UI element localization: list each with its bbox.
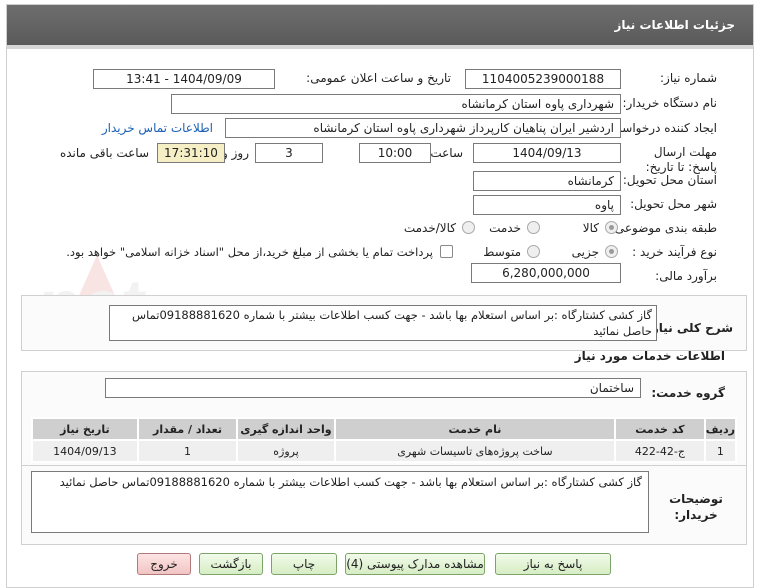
cell-name: ساخت پروژه‌های تاسیسات شهری: [333, 439, 617, 463]
buyer-org-field: شهرداری پاوه استان کرمانشاه: [171, 94, 621, 114]
category-service-radio[interactable]: [527, 221, 540, 234]
estimate-field: 6,280,000,000: [471, 263, 621, 283]
col-name: نام خدمت: [333, 417, 617, 441]
need-number-field: 1104005239000188: [465, 69, 621, 89]
deadline-time-label: ساعت: [430, 146, 463, 160]
remaining-label: ساعت باقی مانده: [59, 146, 149, 160]
deadline-date-field: 1404/09/13: [473, 143, 621, 163]
purchase-type-label: نوع فرآیند خرید :: [632, 245, 717, 259]
col-date: تاریخ نیاز: [31, 417, 139, 441]
creator-field: اردشیر ایران پناهیان کارپرداز شهرداری پا…: [225, 118, 621, 138]
col-unit: واحد اندازه گیری: [236, 417, 336, 441]
days-field: 3: [255, 143, 323, 163]
cell-row: 1: [703, 439, 738, 463]
description-label: شرح کلی نیاز:: [647, 321, 733, 335]
need-number-label: شماره نیاز:: [660, 71, 717, 85]
col-row: ردیف: [703, 417, 738, 441]
title-bar: جزئیات اطلاعات نیاز: [7, 5, 753, 49]
category-goods-service-radio[interactable]: [462, 221, 475, 234]
purchase-minor-radio[interactable]: [605, 245, 618, 258]
province-field: کرمانشاه: [473, 171, 621, 191]
page-title: جزئیات اطلاعات نیاز: [614, 18, 735, 32]
cell-quantity: 1: [136, 439, 239, 463]
province-label: استان محل تحویل:: [622, 173, 717, 187]
exit-button[interactable]: خروج: [137, 553, 191, 575]
deadline-time-field: 10:00: [359, 143, 431, 163]
purchase-medium-radio[interactable]: [527, 245, 540, 258]
cell-code: ج-42-422: [614, 439, 706, 463]
remaining-time-field: 17:31:10: [157, 143, 225, 163]
cell-date: 1404/09/13: [31, 439, 139, 463]
category-goods-radio[interactable]: [605, 221, 618, 234]
service-group-field: ساختمان: [105, 378, 641, 398]
back-button[interactable]: بازگشت: [199, 553, 263, 575]
buyer-notes-label: توضیحات خریدار:: [669, 492, 723, 522]
payment-note: پرداخت تمام یا بخشی از مبلغ خرید،از محل …: [66, 245, 433, 259]
estimate-label: برآورد مالی:: [655, 269, 717, 283]
print-button[interactable]: چاپ: [271, 553, 337, 575]
col-code: کد خدمت: [614, 417, 706, 441]
reply-button[interactable]: پاسخ به نیاز: [495, 553, 611, 575]
col-quantity: تعداد / مقدار: [136, 417, 239, 441]
service-group-label: گروه خدمت:: [651, 386, 725, 400]
treasury-checkbox[interactable]: [440, 245, 453, 258]
services-table: ردیف کد خدمت نام خدمت واحد اندازه گیری ت…: [31, 417, 738, 463]
purchase-minor-label: جزیی: [571, 245, 599, 259]
table-row: 1 ج-42-422 ساخت پروژه‌های تاسیسات شهری پ…: [31, 439, 738, 463]
description-textarea[interactable]: گاز کشی کشتارگاه :بر اساس استعلام بها با…: [109, 305, 657, 341]
deadline-label: مهلت ارسال پاسخ: تا تاریخ:: [645, 145, 717, 174]
buyer-org-label: نام دستگاه خریدار:: [622, 96, 718, 110]
attachments-button[interactable]: مشاهده مدارک پیوستی (4): [345, 553, 485, 575]
services-section-title: اطلاعات خدمات مورد نیاز: [574, 349, 725, 363]
need-details-panel: جزئیات اطلاعات نیاز AriaTender.net شماره…: [6, 4, 754, 588]
creator-label: ایجاد کننده درخواست:: [606, 121, 717, 135]
category-service-label: خدمت: [489, 221, 521, 235]
category-label: طبقه بندی موضوعی:: [610, 221, 717, 235]
announce-label: تاریخ و ساعت اعلان عمومی:: [306, 71, 451, 85]
announce-field: 1404/09/09 - 13:41: [93, 69, 275, 89]
category-goods-label: کالا: [582, 221, 599, 235]
buyer-notes-textarea[interactable]: گاز کشی کشتارگاه :بر اساس استعلام بها با…: [31, 471, 649, 533]
cell-unit: پروژه: [236, 439, 336, 463]
purchase-medium-label: متوسط: [483, 245, 521, 259]
category-goods-service-label: کالا/خدمت: [403, 221, 456, 235]
city-label: شهر محل تحویل:: [630, 197, 717, 211]
days-label: روز و: [222, 146, 249, 160]
buyer-contact-link[interactable]: اطلاعات تماس خریدار: [102, 121, 213, 135]
city-field: پاوه: [473, 195, 621, 215]
